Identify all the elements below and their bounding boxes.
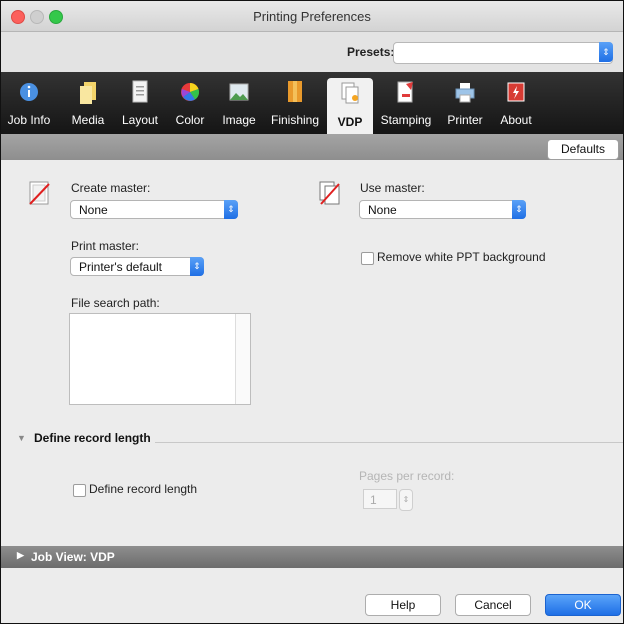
defaults-bar: Defaults	[1, 134, 623, 160]
create-master-icon	[29, 181, 50, 205]
create-master-value: None	[79, 203, 108, 217]
tab-label: About	[500, 113, 532, 127]
printer-icon	[455, 83, 475, 103]
tab-printer[interactable]: Printer	[441, 72, 489, 134]
updown-arrows-icon: ⇕	[224, 200, 238, 219]
tab-stamping[interactable]: Stamping	[377, 72, 435, 134]
ok-button[interactable]: OK	[545, 594, 621, 616]
updown-arrows-icon: ⇕	[512, 200, 526, 219]
use-master-value: None	[368, 203, 397, 217]
tab-label: Color	[175, 113, 205, 127]
tab-finishing[interactable]: Finishing	[267, 72, 323, 134]
tab-label: Stamping	[380, 113, 432, 127]
layout-icon	[132, 80, 148, 103]
preferences-toolbar: Job Info Media Layout Color Image Finish…	[1, 72, 623, 134]
tab-label: VDP	[337, 115, 363, 129]
file-search-path-label: File search path:	[71, 296, 160, 310]
pages-per-record-field[interactable]: 1	[363, 489, 397, 509]
dialog-buttons: Help Cancel OK	[1, 568, 623, 623]
vdp-panel: Create master: None ⇕ Print master: Prin…	[1, 160, 623, 546]
pages-per-record-label: Pages per record:	[359, 469, 455, 483]
tab-media[interactable]: Media	[67, 72, 109, 134]
remove-white-ppt-label: Remove white PPT background	[377, 250, 546, 264]
color-wheel-icon	[181, 82, 200, 101]
create-master-label: Create master:	[71, 181, 151, 195]
tab-vdp[interactable]: VDP	[327, 78, 373, 134]
updown-arrows-icon: ⇕	[599, 42, 613, 62]
remove-white-ppt-checkbox[interactable]	[361, 252, 374, 265]
window-title: Printing Preferences	[253, 9, 371, 24]
define-record-length-header: Define record length	[34, 431, 151, 445]
define-record-length-checkbox[interactable]	[73, 484, 86, 497]
print-master-select[interactable]: Printer's default ⇕	[70, 257, 204, 276]
print-master-value: Printer's default	[79, 260, 162, 274]
job-view-label: Job View: VDP	[31, 550, 115, 564]
finishing-icon	[288, 81, 302, 102]
tab-label: Finishing	[270, 113, 320, 127]
cancel-button[interactable]: Cancel	[455, 594, 531, 616]
tab-about[interactable]: About	[495, 72, 537, 134]
use-master-label: Use master:	[360, 181, 425, 195]
use-master-icon	[319, 181, 340, 205]
presets-select[interactable]: ⇕	[393, 42, 613, 64]
job-view-bar[interactable]: ▶ Job View: VDP	[1, 546, 623, 568]
pages-per-record-stepper[interactable]: ⇕	[399, 489, 413, 511]
title-bar: Printing Preferences	[1, 1, 623, 32]
tab-job-info[interactable]: Job Info	[1, 72, 57, 134]
presets-bar: Presets: ⇕	[1, 32, 623, 72]
tab-color[interactable]: Color	[171, 72, 209, 134]
about-icon	[507, 82, 525, 102]
tab-label: Media	[71, 113, 105, 127]
disclosure-triangle-down-icon[interactable]: ▼	[17, 433, 26, 443]
list-scrollbar[interactable]	[235, 314, 250, 404]
tab-label: Layout	[121, 113, 159, 127]
disclosure-triangle-right-icon[interactable]: ▶	[17, 550, 24, 561]
presets-label: Presets:	[347, 45, 395, 59]
use-master-select[interactable]: None ⇕	[359, 200, 526, 219]
tab-label: Image	[222, 113, 256, 127]
print-master-label: Print master:	[71, 239, 140, 253]
tab-image[interactable]: Image	[217, 72, 261, 134]
define-record-length-label: Define record length	[89, 482, 198, 496]
printing-preferences-window: Printing Preferences Presets: ⇕ Job Info…	[0, 0, 624, 624]
tab-label: Job Info	[7, 113, 51, 127]
stamping-icon	[397, 81, 413, 103]
media-icon	[80, 82, 96, 104]
vdp-icon	[341, 82, 359, 104]
defaults-button[interactable]: Defaults	[547, 139, 619, 160]
tab-layout[interactable]: Layout	[117, 72, 163, 134]
tab-label: Printer	[447, 113, 483, 127]
file-search-path-list[interactable]	[69, 313, 251, 405]
image-icon	[229, 83, 249, 101]
info-icon	[20, 83, 38, 101]
updown-arrows-icon: ⇕	[190, 257, 204, 276]
help-button[interactable]: Help	[365, 594, 441, 616]
create-master-select[interactable]: None ⇕	[70, 200, 238, 219]
section-divider	[155, 442, 623, 443]
